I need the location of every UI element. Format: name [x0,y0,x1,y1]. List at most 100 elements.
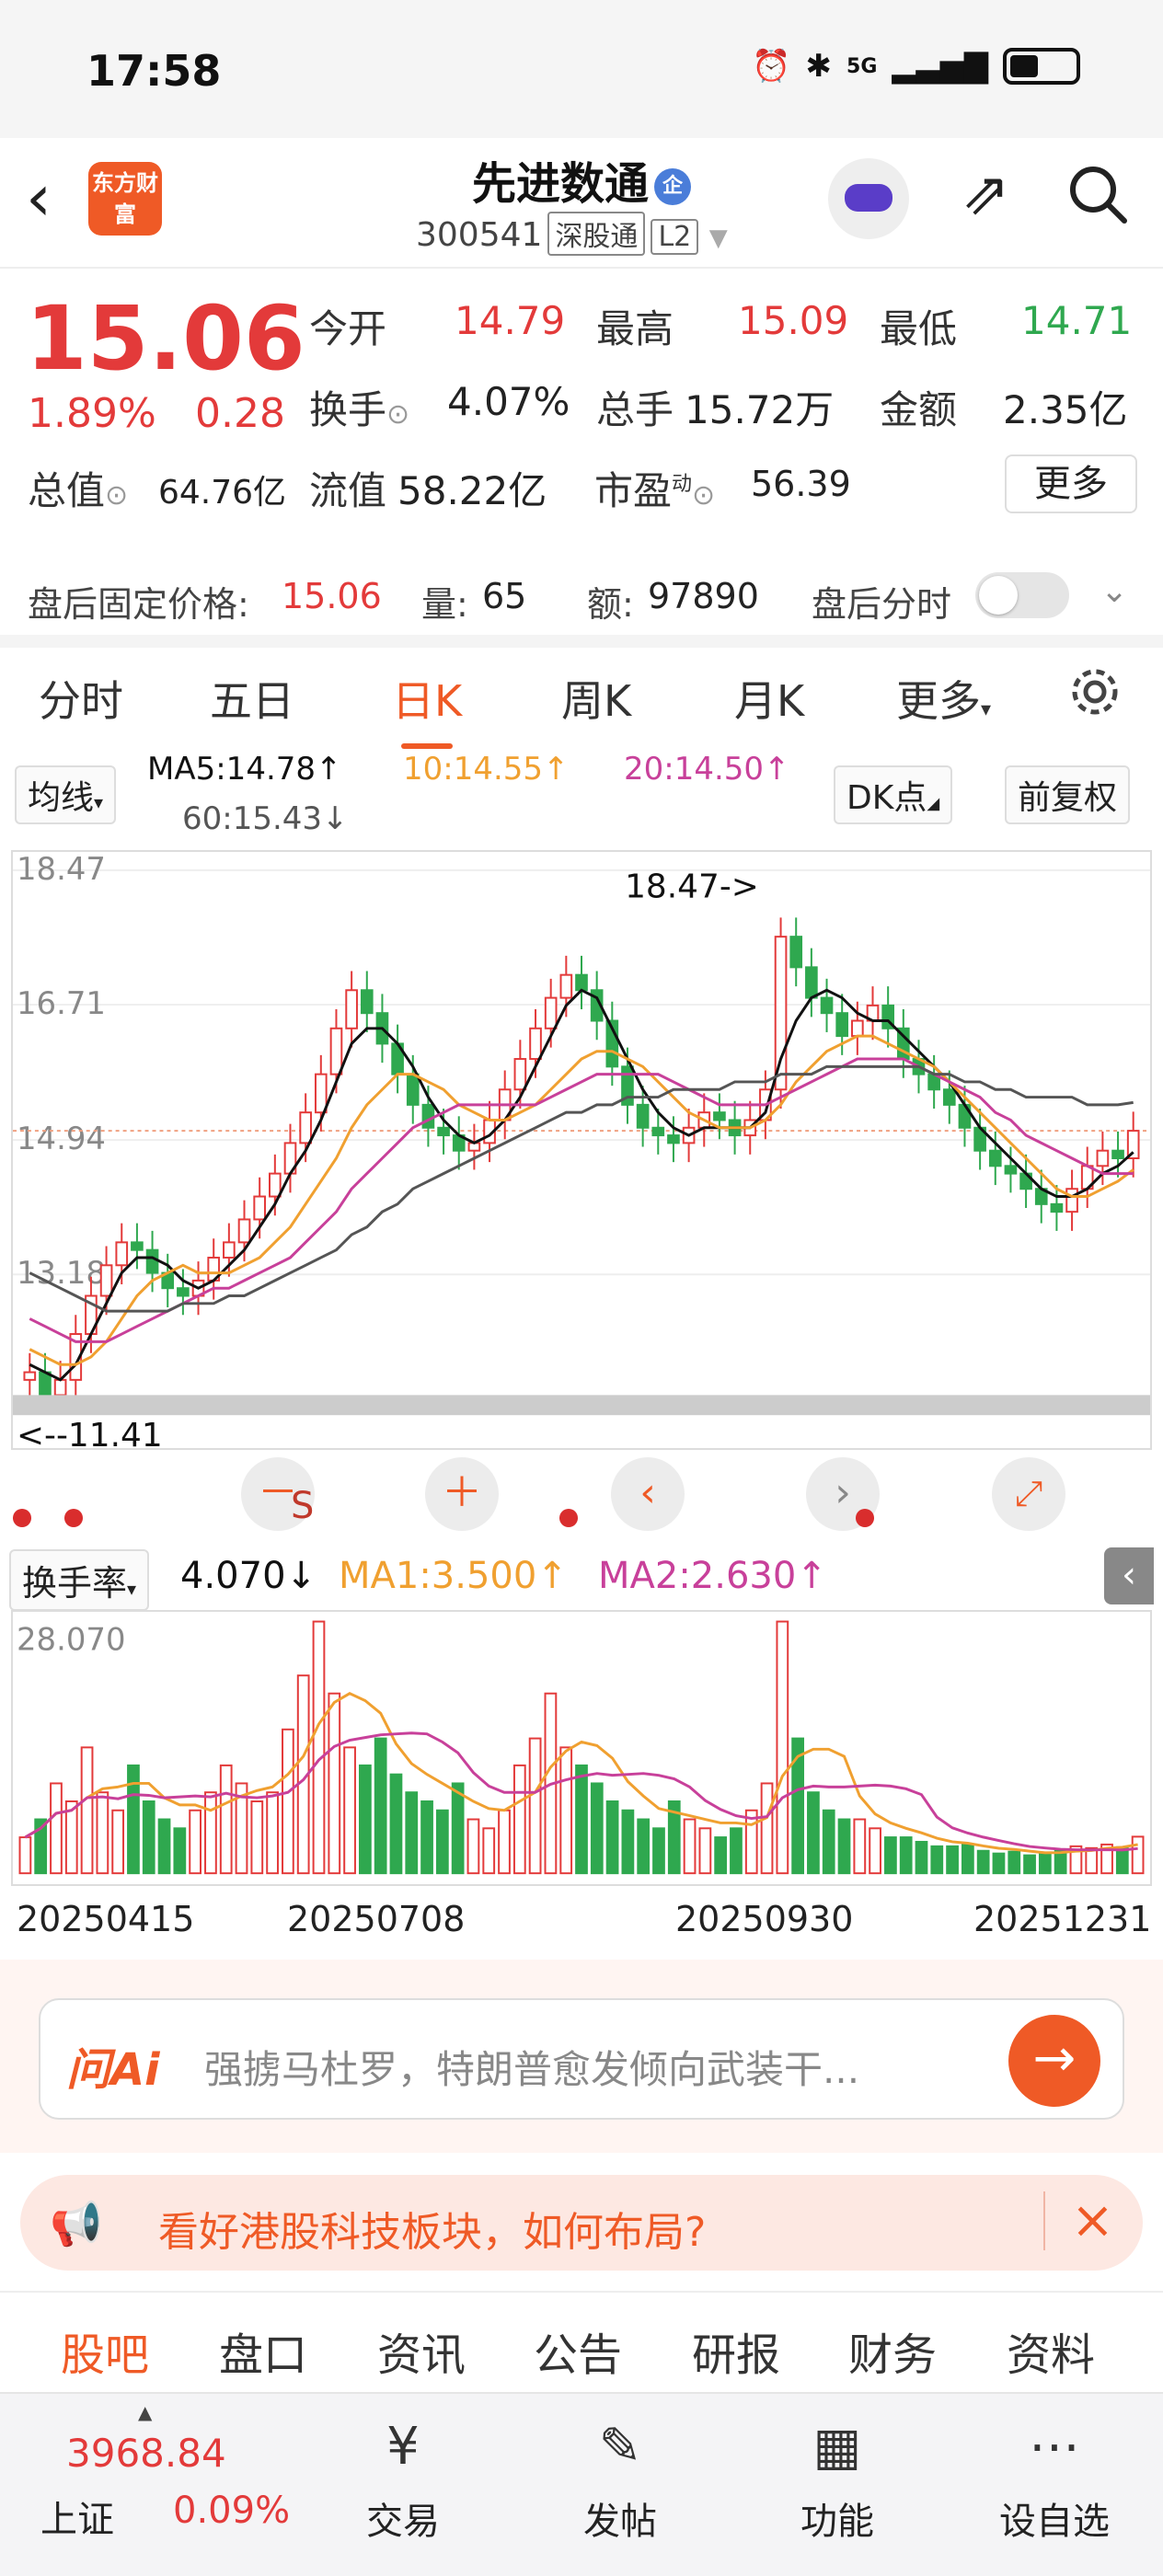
marker-dot [64,1509,83,1527]
after-hours-toggle[interactable] [975,572,1069,618]
turnover-bar [760,1782,774,1875]
indicator-selector[interactable]: 换手率▾ [9,1549,150,1611]
arrow-right-icon[interactable]: → [1008,2015,1100,2107]
candle-body [269,1172,282,1198]
nav-watchlist-label: 设自选 [999,2501,1110,2543]
tab-news[interactable]: 资讯 [377,2318,466,2383]
status-bar: 17:58 ⏰ ✱ 5G ▂▃▅▇ [0,0,1163,138]
dk-point-button[interactable]: DK点◢ [834,765,953,824]
collapse-panel-icon[interactable]: ‹ [1104,1547,1154,1604]
tab-forum[interactable]: 股吧 [61,2318,150,2403]
assistant-robot-icon[interactable] [828,158,909,239]
turnover-bar [791,1737,805,1875]
ai-logo: 问Ai [66,2044,160,2096]
candle-body [53,1378,67,1397]
more-button[interactable]: 更多 [1005,454,1137,513]
turnover-bar [1023,1854,1036,1875]
open-label: 今开 [309,306,387,351]
status-time: 17:58 [86,46,222,96]
tab-intraday[interactable]: 分时 [39,668,123,729]
tab-more[interactable]: 更多▾ [896,668,991,729]
zoom-in-button[interactable]: ＋ [425,1457,499,1531]
stock-code-row[interactable]: 300541 深股通 L2 ▼ [416,212,728,256]
turnover-bar [869,1827,881,1875]
ma60-value: 60:15.43↓ [182,800,349,837]
ma5-value: MA5:14.78↑ [147,751,342,788]
current-price: 15.06 [26,287,305,390]
pan-left-button[interactable]: ‹ [611,1457,685,1531]
turnover-bar [899,1836,913,1875]
tab-monthly-k[interactable]: 月K [734,668,804,729]
tab-announcements[interactable]: 公告 [534,2318,622,2383]
candle-body [667,1134,680,1144]
tab-research[interactable]: 研报 [692,2318,780,2383]
promo-banner[interactable]: 📢 看好港股科技板块，如何布局? × [20,2175,1143,2271]
tab-weekly-k[interactable]: 周K [561,668,631,729]
turnover-bar [1131,1835,1145,1875]
mktcap-value: 64.76亿 [158,474,287,512]
ai-question-box[interactable]: 问Ai 强掳马杜罗，特朗普愈发倾向武装干... → [39,1998,1124,2120]
ma20-value: 20:14.50↑ [624,751,790,788]
chevron-down-icon[interactable]: ⌄ [1100,572,1128,610]
turnover-bar [1008,1850,1021,1875]
ai-section: 问Ai 强掳马杜罗，特朗普愈发倾向武装干... → [0,1960,1163,2153]
volume-value: 15.72万 [685,387,835,432]
fullscreen-icon[interactable]: ⤢ [992,1457,1065,1531]
tab-daily-k[interactable]: 日K [392,668,462,749]
turnover-bar [142,1800,155,1875]
kline-chart[interactable]: 18.4716.7114.9413.1818.47-><--11.41 [11,850,1152,1450]
turnover-bar [157,1818,171,1875]
y-max-label: 28.070 [17,1622,126,1658]
y-tick-label: 16.71 [17,985,106,1021]
index-percent[interactable]: 0.09% [173,2490,290,2532]
nav-post[interactable]: ✎ 发帖 [547,2414,694,2545]
nav-functions[interactable]: ▦ 功能 [764,2414,911,2545]
candle-body [360,989,374,1015]
candle-body [988,1149,1002,1167]
close-icon[interactable]: × [1043,2191,1114,2250]
tab-five-day[interactable]: 五日 [210,668,294,729]
turnover-bar [528,1737,542,1875]
candle-body [1065,1188,1078,1213]
candle-body [575,973,588,992]
index-name[interactable]: 上证 [40,2490,114,2543]
index-value[interactable]: 3968.84 [66,2431,226,2476]
battery-icon [1003,48,1080,85]
caret-up-icon: ▲ [138,2401,153,2423]
turnover-bar [498,1809,511,1875]
nav-watchlist[interactable]: ⋯ 设自选 [981,2414,1128,2545]
edit-icon: ✎ [598,2417,642,2477]
nav-trade[interactable]: ¥ 交易 [329,2414,477,2545]
quote-panel: 15.06 1.89% 0.28 今开 14.79 最高 15.09 最低 14… [0,270,1163,629]
share-icon[interactable]: ⇗ [953,162,1018,226]
candle-body [253,1195,267,1221]
chart-period-tabs: 分时 五日 日K 周K 月K 更多▾ [0,635,1163,749]
candle-body [805,966,818,999]
turnover-bar [435,1809,449,1875]
amount-value: 2.35亿 [1003,387,1128,432]
after-vol-value: 65 [482,576,527,616]
tab-profile[interactable]: 资料 [1007,2318,1095,2383]
turnover-bar [637,1818,651,1875]
turnover-bar [575,1764,588,1875]
adjust-button[interactable]: 前复权 [1005,765,1131,824]
date-tick: 20250415 [17,1899,195,1939]
candle-body [1096,1149,1110,1167]
tab-orderbook[interactable]: 盘口 [219,2318,307,2383]
tab-finance[interactable]: 财务 [848,2318,937,2383]
bluetooth-icon: ✱ [805,48,833,85]
settings-gear-icon[interactable] [1067,664,1123,719]
turnover-current: 4.070↓ [180,1555,317,1597]
candle-body [421,1103,435,1129]
turnover-bar [683,1818,697,1875]
chart-scrollbar [13,1395,1150,1416]
change-percent: 1.89% [28,390,156,437]
turnover-bar [111,1809,125,1875]
volume-label: 总手 [596,387,674,432]
nav-functions-label: 功能 [800,2501,874,2543]
ma-selector[interactable]: 均线▾ [15,765,117,824]
search-icon[interactable] [1065,162,1130,226]
marker-dot [856,1509,874,1527]
turnover-chart[interactable]: 28.070 [11,1610,1152,1886]
turnover-bar [730,1827,743,1875]
